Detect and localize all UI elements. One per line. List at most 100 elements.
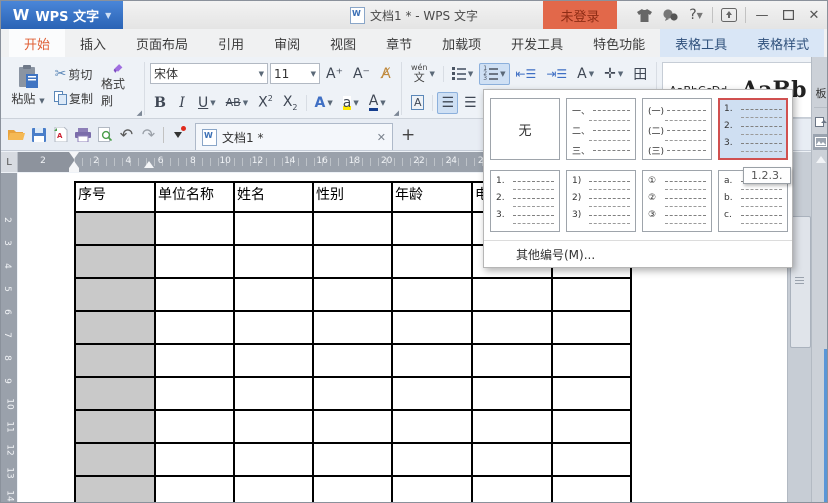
numbering-option-5[interactable]: 1.2.3. — [490, 170, 560, 232]
tab-视图[interactable]: 视图 — [315, 29, 371, 57]
numbering-option-7[interactable]: ①②③ — [642, 170, 712, 232]
table-cell[interactable] — [313, 311, 392, 344]
table-cell[interactable] — [234, 278, 313, 311]
highlight-button[interactable]: a▼ — [339, 92, 363, 114]
tab-特色功能[interactable]: 特色功能 — [578, 29, 660, 57]
tab-stop-selector[interactable]: L — [1, 152, 18, 172]
char-scale-button[interactable]: A▼ — [573, 63, 598, 85]
table-cell[interactable] — [75, 476, 155, 503]
table-cell[interactable] — [313, 278, 392, 311]
copy-button[interactable]: 复制 — [50, 87, 97, 109]
maximize-button[interactable] — [775, 1, 801, 29]
table-cell[interactable] — [552, 377, 631, 410]
font-size-select[interactable]: 11▼ — [270, 63, 320, 84]
minimize-button[interactable]: — — [749, 1, 775, 29]
scroll-up-icon[interactable] — [816, 156, 826, 163]
dialog-launcher-icon[interactable]: ◢ — [394, 109, 399, 117]
strikethrough-button[interactable]: AB▼ — [222, 92, 252, 114]
document-tab[interactable]: 文档1 * ✕ — [195, 123, 393, 150]
table-cell[interactable] — [234, 245, 313, 278]
table-cell[interactable] — [472, 443, 552, 476]
table-cell[interactable] — [234, 443, 313, 476]
table-cell[interactable] — [75, 212, 155, 245]
superscript-button[interactable]: X2 — [254, 92, 277, 114]
open-file-button[interactable] — [6, 124, 27, 146]
table-cell[interactable] — [155, 410, 234, 443]
table-cell[interactable] — [155, 278, 234, 311]
table-cell[interactable] — [155, 245, 234, 278]
dialog-launcher-icon[interactable]: ◢ — [137, 109, 142, 117]
paste-button[interactable]: 粘贴 ▼ — [6, 60, 50, 112]
asian-layout-button[interactable]: ✛▼ — [600, 63, 627, 85]
table-cell[interactable] — [234, 212, 313, 245]
login-button[interactable]: 未登录 — [543, 1, 617, 29]
tab-加载项[interactable]: 加载项 — [427, 29, 496, 57]
table-cell[interactable] — [313, 476, 392, 503]
table-cell[interactable] — [392, 278, 472, 311]
table-cell[interactable] — [75, 245, 155, 278]
table-cell[interactable] — [472, 377, 552, 410]
font-name-select[interactable]: 宋体▼ — [150, 63, 268, 84]
table-header-cell[interactable]: 序号 — [75, 182, 155, 212]
tab-页面布局[interactable]: 页面布局 — [121, 29, 203, 57]
table-cell[interactable] — [392, 212, 472, 245]
table-header-cell[interactable]: 单位名称 — [155, 182, 234, 212]
undo-button[interactable]: ↶ — [116, 124, 137, 146]
table-cell[interactable] — [552, 410, 631, 443]
text-effects-button[interactable]: A▼ — [311, 92, 337, 114]
table-cell[interactable] — [552, 443, 631, 476]
align-center-button[interactable]: ☰ — [460, 92, 481, 114]
table-cell[interactable] — [313, 344, 392, 377]
table-cell[interactable] — [313, 377, 392, 410]
table-cell[interactable] — [75, 278, 155, 311]
table-cell[interactable] — [155, 344, 234, 377]
wps-menu-button[interactable]: W WPS 文字 ▼ — [1, 1, 123, 29]
table-cell[interactable] — [313, 245, 392, 278]
table-cell[interactable] — [472, 311, 552, 344]
table-cell[interactable] — [552, 344, 631, 377]
table-cell[interactable] — [155, 476, 234, 503]
table-cell[interactable] — [313, 443, 392, 476]
font-color-button[interactable]: A▼ — [365, 92, 390, 114]
draw-table-button[interactable]: 田 — [629, 63, 651, 85]
tab-引用[interactable]: 引用 — [203, 29, 259, 57]
bullet-list-button[interactable]: ▼ — [448, 63, 477, 85]
tab-表格工具[interactable]: 表格工具 — [660, 29, 742, 57]
table-header-cell[interactable]: 性别 — [313, 182, 392, 212]
align-left-button[interactable]: ☰ — [437, 92, 458, 114]
char-border-button[interactable]: A — [407, 92, 429, 114]
right-indent-marker[interactable] — [144, 161, 154, 168]
first-line-indent-marker[interactable] — [69, 152, 79, 159]
table-cell[interactable] — [392, 377, 472, 410]
export-pdf-button[interactable]: A — [50, 124, 71, 146]
table-cell[interactable] — [155, 377, 234, 410]
numbering-option-none[interactable]: 无 — [490, 98, 560, 160]
table-header-cell[interactable]: 姓名 — [234, 182, 313, 212]
table-cell[interactable] — [155, 212, 234, 245]
new-tab-button[interactable]: + — [401, 125, 415, 145]
help-icon[interactable]: ?▼ — [683, 1, 709, 29]
table-cell[interactable] — [392, 311, 472, 344]
image-pane-icon[interactable] — [813, 134, 828, 150]
table-cell[interactable] — [392, 476, 472, 503]
table-cell[interactable] — [75, 344, 155, 377]
numbering-option-2[interactable]: 一、二、三、 — [566, 98, 636, 160]
bold-button[interactable]: B — [150, 92, 170, 114]
table-cell[interactable] — [552, 311, 631, 344]
table-cell[interactable] — [392, 410, 472, 443]
table-cell[interactable] — [75, 311, 155, 344]
numbering-option-4[interactable]: 1.2.3. — [718, 98, 788, 160]
ribbon-toggle-icon[interactable] — [716, 1, 742, 29]
cut-button[interactable]: ✂剪切 — [50, 63, 97, 85]
skin-icon[interactable] — [631, 1, 657, 29]
print-preview-button[interactable] — [94, 124, 115, 146]
italic-button[interactable]: I — [172, 92, 192, 114]
left-indent-marker[interactable] — [69, 168, 79, 172]
page-flip-icon[interactable] — [813, 114, 828, 130]
tab-开发工具[interactable]: 开发工具 — [496, 29, 578, 57]
quickbar-customize-button[interactable] — [167, 124, 189, 146]
hanging-indent-marker[interactable] — [69, 161, 79, 168]
table-cell[interactable] — [392, 344, 472, 377]
chat-icon[interactable] — [657, 1, 683, 29]
table-cell[interactable] — [392, 245, 472, 278]
